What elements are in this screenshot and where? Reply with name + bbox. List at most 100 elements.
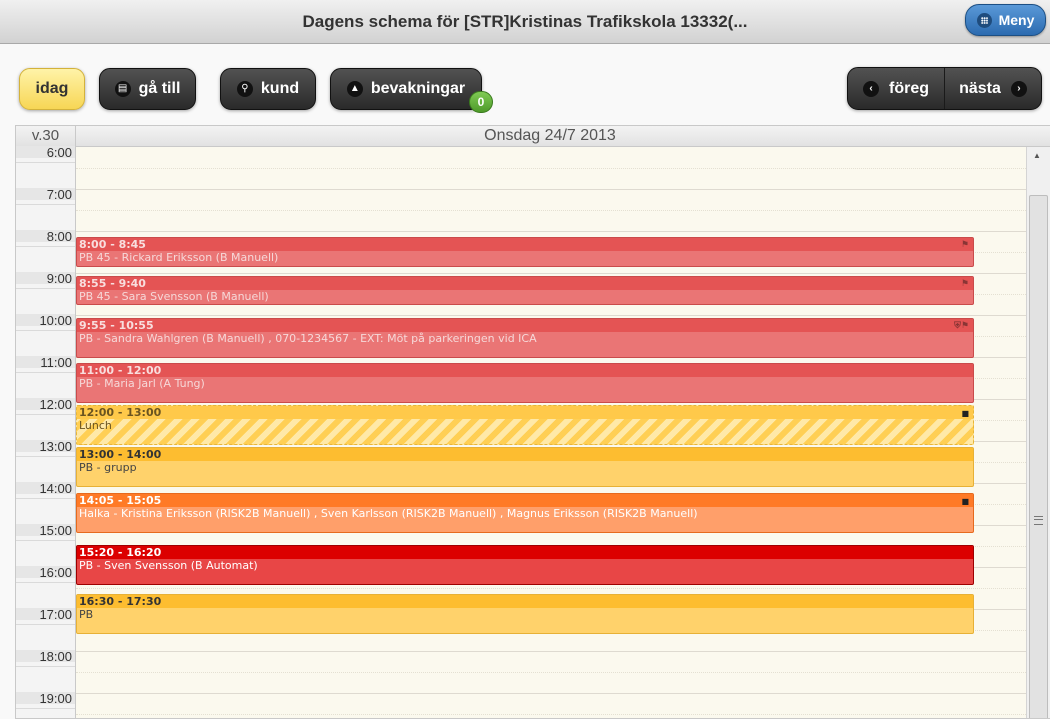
half-hour-line: [76, 714, 1026, 715]
customer-button[interactable]: ⚲ kund: [220, 68, 316, 110]
event-time: 13:00 - 14:00: [77, 448, 973, 461]
calendar-event[interactable]: 8:00 - 8:45 ⚑ PB 45 - Rickard Eriksson (B …: [76, 237, 974, 267]
half-hour-line: [76, 168, 1026, 169]
calendar-event[interactable]: 15:20 - 16:20 PB - Sven Svensson (B Autom…: [76, 545, 974, 585]
calendar-event[interactable]: 16:30 - 17:30 PB: [76, 594, 974, 634]
calendar-icon: ▤: [114, 81, 131, 97]
hour-label: 6:00: [46, 145, 72, 160]
event-time: 16:30 - 17:30: [77, 595, 973, 608]
week-number: v.30: [16, 126, 76, 146]
hour-label: 14:00: [39, 481, 72, 496]
hour-label: 9:00: [46, 271, 72, 286]
event-time: 9:55 - 10:55 ⛨⚑: [77, 318, 973, 332]
goto-button-label: gå till: [138, 80, 181, 97]
chevron-left-icon: ‹: [863, 80, 879, 97]
calendar-event[interactable]: 13:00 - 14:00 PB - grupp: [76, 447, 974, 487]
calendar-header: v.30 Onsdag 24/7 2013: [16, 126, 1050, 147]
event-description: PB - Sven Svensson (B Automat): [79, 559, 258, 572]
gutter-divider: [16, 204, 75, 205]
chevron-right-icon: ›: [1010, 80, 1027, 97]
hour-label: 12:00: [39, 397, 72, 412]
gutter-divider: [16, 624, 75, 625]
next-day-button[interactable]: nästa ›: [945, 68, 1041, 109]
flag-icon: ⚑: [960, 278, 969, 289]
hour-line: [76, 651, 1026, 652]
calendar-event[interactable]: 12:00 - 13:00 ■ Lunch: [76, 405, 974, 445]
event-description: Lunch: [79, 419, 112, 432]
hour-line: [76, 231, 1026, 232]
event-description: Halka - Kristina Eriksson (RISK2B Manuel…: [79, 506, 698, 520]
today-button-label: idag: [35, 80, 69, 97]
event-description: PB 45 - Rickard Eriksson (B Manuell): [79, 251, 279, 264]
goto-button[interactable]: ▤ gå till: [99, 68, 196, 110]
time-gutter: 6:00 7:00 8:00 9:00 10:00 11:00 12:00 13:00 14:0…: [16, 145, 76, 718]
calendar-event[interactable]: 14:05 - 15:05 ■ Halka - Kristina Eriksson …: [76, 492, 974, 533]
hour-label: 15:00: [39, 523, 72, 538]
shield-flag-icon: ⛨⚑: [954, 320, 969, 331]
gutter-divider: [16, 372, 75, 373]
grip-icon: [1034, 516, 1043, 525]
today-button[interactable]: idag: [19, 68, 85, 110]
flag-icon: ⚑: [960, 240, 969, 250]
page-title: Dagens schema för [STR]Kristinas Trafiks…: [302, 12, 748, 31]
customer-button-label: kund: [260, 80, 300, 97]
hour-label: 17:00: [39, 607, 72, 622]
lock-icon: ■: [961, 409, 969, 418]
hour-line: [76, 693, 1026, 694]
half-hour-line: [76, 672, 1026, 673]
day-navigation: ‹ föreg nästa ›: [847, 67, 1042, 110]
search-icon: ⚲: [236, 81, 253, 97]
event-time: 11:00 - 12:00: [77, 364, 973, 377]
app-header: Dagens schema för [STR]Kristinas Trafiks…: [0, 0, 1050, 44]
hour-label: 10:00: [39, 313, 72, 328]
scroll-up-icon[interactable]: ▲: [1033, 151, 1041, 160]
menu-button-label: Meny: [998, 12, 1035, 28]
event-description: PB - Sandra Wahlgren (B Manuell) , 070-1…: [79, 331, 537, 345]
scrollbar[interactable]: ▲: [1026, 147, 1050, 718]
gutter-divider: [16, 666, 75, 667]
menu-button[interactable]: Meny: [965, 4, 1046, 36]
gutter-divider: [16, 498, 75, 499]
next-day-label: nästa: [959, 79, 1001, 97]
half-hour-line: [76, 210, 1026, 211]
event-description: PB: [79, 608, 94, 621]
gutter-divider: [16, 414, 75, 415]
prev-day-label: föreg: [889, 79, 929, 97]
watch-button[interactable]: ▲ bevakningar: [330, 68, 482, 110]
calendar-event[interactable]: 11:00 - 12:00 PB - Maria Jarl (A Tung): [76, 363, 974, 403]
calendar-event[interactable]: 9:55 - 10:55 ⛨⚑ PB - Sandra Wahlgren (B Ma…: [76, 317, 974, 358]
grid-icon: [976, 12, 992, 28]
gutter-divider: [16, 708, 75, 709]
hour-label: 16:00: [39, 565, 72, 580]
gutter-divider: [16, 582, 75, 583]
gutter-divider: [16, 288, 75, 289]
prev-day-button[interactable]: ‹ föreg: [848, 68, 945, 109]
gutter-divider: [16, 246, 75, 247]
watch-button-label: bevakningar: [370, 80, 466, 97]
gutter-divider: [16, 330, 75, 331]
half-hour-line: [76, 588, 1026, 589]
hour-label: 19:00: [39, 691, 72, 706]
lock-icon: ■: [961, 496, 969, 506]
hour-label: 8:00: [46, 229, 72, 244]
gutter-divider: [16, 540, 75, 541]
hour-label: 11:00: [40, 355, 72, 370]
event-time: 14:05 - 15:05 ■: [77, 493, 973, 507]
hour-label: 13:00: [39, 439, 72, 454]
event-description: PB - Maria Jarl (A Tung): [79, 377, 205, 390]
hour-line: [76, 189, 1026, 190]
day-title: Onsdag 24/7 2013: [484, 127, 616, 144]
gutter-divider: [16, 456, 75, 457]
event-time: 12:00 - 13:00 ■: [77, 406, 973, 419]
event-description: PB 45 - Sara Svensson (B Manuell): [79, 289, 269, 303]
hour-line: [76, 315, 1026, 316]
gutter-divider: [16, 162, 75, 163]
event-description: PB - grupp: [79, 461, 137, 474]
event-time: 8:00 - 8:45 ⚑: [77, 238, 973, 251]
hour-line: [76, 273, 1026, 274]
hour-label: 7:00: [46, 187, 72, 202]
event-time: 8:55 - 9:40 ⚑: [77, 276, 973, 290]
scrollbar-thumb[interactable]: [1029, 195, 1048, 718]
warning-icon: ▲: [346, 81, 363, 97]
calendar-event[interactable]: 8:55 - 9:40 ⚑ PB 45 - Sara Svensson (B Man…: [76, 275, 974, 305]
